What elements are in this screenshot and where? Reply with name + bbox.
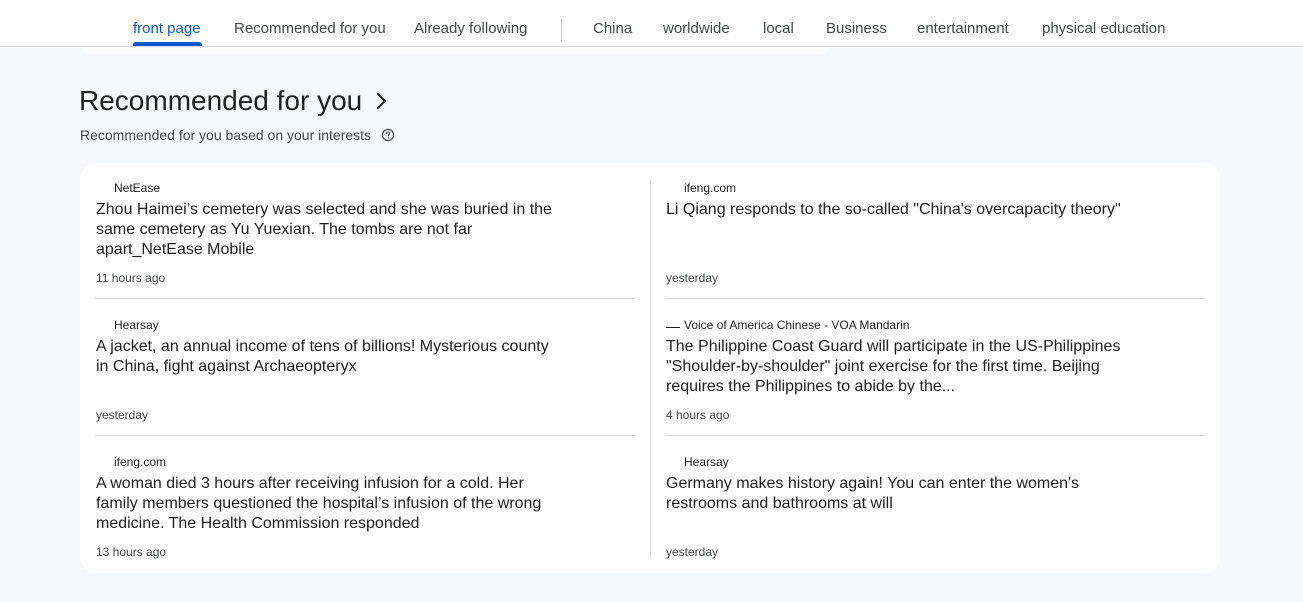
article-time: yesterday bbox=[666, 271, 719, 285]
help-circle-icon[interactable] bbox=[381, 128, 395, 142]
article-item[interactable]: Voice of America Chinese - VOA Mandarin … bbox=[666, 318, 1121, 422]
row-divider bbox=[665, 298, 1205, 299]
tab-business[interactable]: Business bbox=[826, 20, 887, 38]
article-headline[interactable]: A jacket, an annual income of tens of bi… bbox=[96, 337, 556, 397]
article-source-row: Voice of America Chinese - VOA Mandarin bbox=[666, 318, 1121, 332]
row-divider bbox=[95, 435, 635, 436]
tab-china[interactable]: China bbox=[593, 20, 632, 38]
article-time: 11 hours ago bbox=[96, 271, 166, 285]
tab-worldwide[interactable]: worldwide bbox=[663, 20, 730, 38]
tab-entertainment[interactable]: entertainment bbox=[917, 20, 1009, 38]
article-item[interactable]: Hearsay Germany makes history again! You… bbox=[666, 455, 1126, 559]
article-source: ifeng.com bbox=[684, 181, 737, 195]
article-time: 13 hours ago bbox=[96, 545, 167, 559]
article-source: ifeng.com bbox=[114, 455, 167, 469]
article-time: yesterday bbox=[96, 408, 149, 422]
article-headline[interactable]: The Philippine Coast Guard will particip… bbox=[666, 337, 1121, 397]
article-time: 4 hours ago bbox=[666, 408, 730, 422]
tab-local[interactable]: local bbox=[763, 20, 794, 38]
chevron-right-icon[interactable] bbox=[373, 90, 391, 112]
nav-divider bbox=[561, 19, 562, 41]
section-title[interactable]: Recommended for you bbox=[79, 84, 362, 118]
article-headline[interactable]: Li Qiang responds to the so-called "Chin… bbox=[666, 200, 1126, 260]
column-divider bbox=[650, 180, 651, 558]
article-source: Hearsay bbox=[684, 455, 729, 469]
article-headline[interactable]: Germany makes history again! You can ent… bbox=[666, 474, 1126, 534]
article-item[interactable]: ifeng.com A woman died 3 hours after rec… bbox=[96, 455, 556, 559]
article-headline[interactable]: A woman died 3 hours after receiving inf… bbox=[96, 474, 556, 534]
article-item[interactable]: Hearsay A jacket, an annual income of te… bbox=[96, 318, 556, 422]
article-item[interactable]: ifeng.com Li Qiang responds to the so-ca… bbox=[666, 181, 1126, 285]
row-divider bbox=[95, 298, 635, 299]
tab-physical-education[interactable]: physical education bbox=[1042, 20, 1165, 38]
article-item[interactable]: NetEase Zhou Haimei’s cemetery was selec… bbox=[96, 181, 556, 285]
section-subtitle: Recommended for you based on your intere… bbox=[80, 127, 372, 143]
tab-recommended-for-you[interactable]: Recommended for you bbox=[234, 20, 386, 38]
article-headline[interactable]: Zhou Haimei’s cemetery was selected and … bbox=[96, 200, 556, 260]
source-logo-icon bbox=[666, 318, 680, 328]
article-source: Voice of America Chinese - VOA Mandarin bbox=[684, 318, 910, 332]
tab-front-page[interactable]: front page bbox=[133, 20, 201, 38]
row-divider bbox=[665, 435, 1205, 436]
active-tab-indicator bbox=[133, 42, 202, 46]
top-navigation: front page Recommended for you Already f… bbox=[0, 0, 1303, 47]
article-time: yesterday bbox=[666, 545, 719, 559]
previous-card-edge bbox=[83, 48, 829, 54]
tab-already-following[interactable]: Already following bbox=[414, 20, 527, 38]
article-source: NetEase bbox=[114, 181, 161, 195]
article-source: Hearsay bbox=[114, 318, 159, 332]
